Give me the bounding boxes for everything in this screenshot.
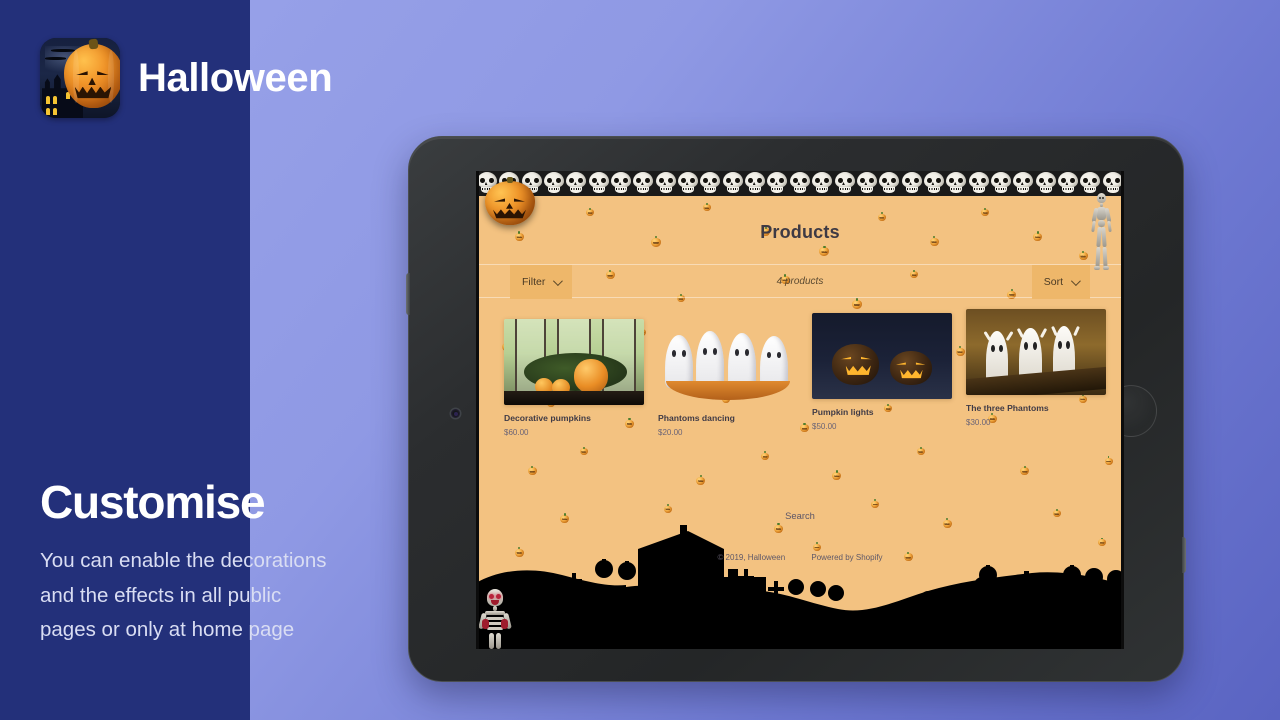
pumpkin-mouth — [74, 86, 112, 99]
chevron-down-icon — [1070, 275, 1081, 286]
tablet-screen: Products Filter 4 products Sort Decorati… — [476, 171, 1124, 649]
product-name: The three Phantoms — [966, 403, 1049, 413]
footer-credits: © 2019, Halloween Powered by Shopify — [476, 553, 1124, 562]
castle-window — [45, 107, 50, 115]
graveyard-silhouette-decoration — [476, 525, 1124, 649]
copyright-text: © 2019, Halloween — [717, 553, 786, 562]
halloween-storefront: Products Filter 4 products Sort Decorati… — [476, 171, 1124, 649]
product-price: $20.00 — [658, 428, 683, 437]
brand-header: Halloween — [40, 38, 333, 118]
product-image-decorative-pumpkins — [504, 319, 644, 405]
zombie-skeleton-decoration — [478, 589, 512, 649]
promo-block: Customise You can enable the decorations… — [40, 478, 340, 648]
screen-edge-left — [476, 171, 479, 649]
search-link[interactable]: Search — [476, 510, 1124, 521]
graveyard-svg — [476, 525, 1124, 649]
product-name: Phantoms dancing — [658, 413, 735, 423]
volume-button[interactable] — [406, 273, 410, 315]
product-grid: Decorative pumpkins $60.00 Phantoms danc… — [504, 309, 1106, 437]
sort-dropdown[interactable]: Sort — [1031, 265, 1090, 299]
product-price: $60.00 — [504, 428, 529, 437]
castle-window — [52, 107, 57, 115]
product-image-phantoms-dancing — [658, 319, 798, 405]
power-button[interactable] — [1182, 537, 1186, 573]
pumpkin-nose — [88, 77, 96, 86]
hanging-skeleton-decoration — [1091, 193, 1112, 273]
product-price: $30.00 — [966, 418, 991, 427]
store-logo-pumpkin[interactable] — [485, 177, 535, 225]
pumpkin-icon — [64, 44, 120, 109]
promo-heading: Customise — [40, 476, 266, 528]
sort-label: Sort — [1043, 276, 1063, 288]
logo-nose — [506, 203, 513, 209]
tablet-device-frame: Products Filter 4 products Sort Decorati… — [406, 136, 1186, 682]
product-price: $50.00 — [812, 422, 837, 431]
powered-by-text[interactable]: Powered by Shopify — [811, 553, 882, 562]
promo-body: You can enable the decorations and the e… — [40, 549, 327, 642]
product-image-pumpkin-lights — [812, 313, 952, 399]
product-count: 4 products — [776, 276, 824, 287]
logo-eye-right — [514, 198, 525, 202]
brand-title: Halloween — [138, 56, 333, 100]
skull-border-decoration — [476, 171, 1124, 196]
product-image-three-phantoms — [966, 309, 1106, 395]
product-name: Decorative pumpkins — [504, 413, 591, 423]
logo-mouth — [493, 209, 526, 219]
castle-window — [52, 96, 57, 104]
product-card[interactable]: Pumpkin lights $50.00 — [812, 313, 952, 437]
bat-tree-2 — [44, 57, 66, 60]
castle-window — [45, 96, 50, 104]
product-card[interactable]: Decorative pumpkins $60.00 — [504, 319, 644, 437]
screen-edge-right — [1121, 171, 1124, 649]
logo-eye-left — [494, 198, 505, 202]
product-card[interactable]: The three Phantoms $30.00 — [966, 309, 1106, 437]
page-title: Products — [760, 222, 840, 242]
halloween-app-icon — [40, 38, 120, 118]
product-name: Pumpkin lights — [812, 407, 874, 417]
collection-toolbar: Filter 4 products Sort — [476, 264, 1124, 299]
front-camera-icon — [451, 409, 460, 418]
product-card[interactable]: Phantoms dancing $20.00 — [658, 319, 798, 437]
